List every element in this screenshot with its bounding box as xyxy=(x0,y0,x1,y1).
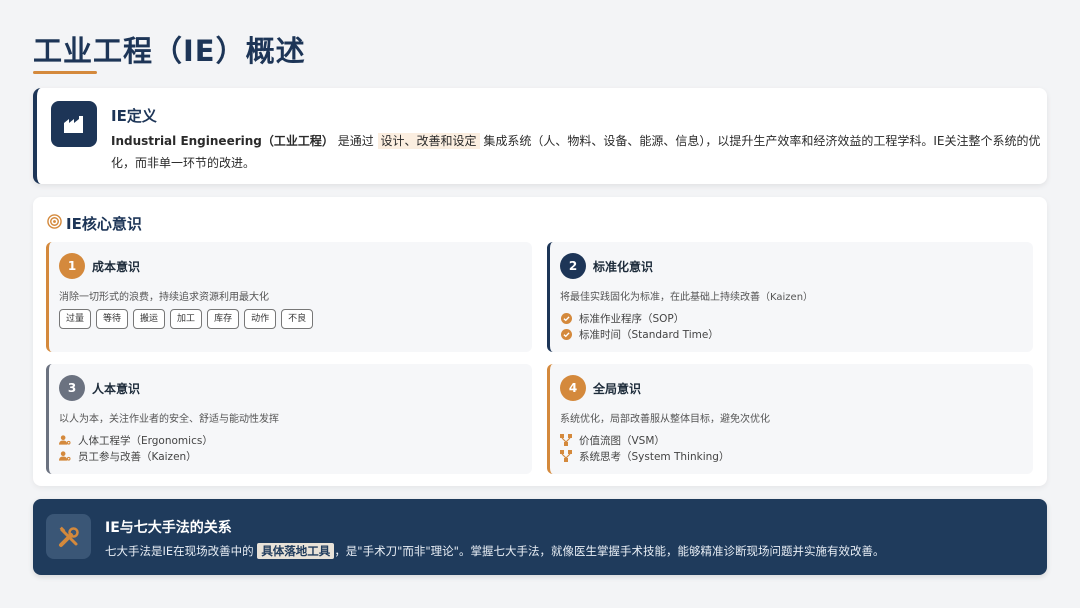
waste-tag: 等待 xyxy=(96,309,129,329)
factory-icon xyxy=(51,101,97,147)
quadrant-title: 全局意识 xyxy=(593,382,642,396)
list-item-label: 人体工程学（Ergonomics） xyxy=(78,434,213,447)
quadrant-list: 价值流图（VSM） 系统思考（System Thinking） xyxy=(560,432,729,464)
waste-tag: 不良 xyxy=(281,309,314,329)
definition-term: Industrial Engineering（工业工程） xyxy=(111,134,334,148)
list-item-label: 标准时间（Standard Time） xyxy=(579,328,719,341)
definition-text-before: 是通过 xyxy=(333,134,378,148)
core-title: IE核心意识 xyxy=(66,215,142,233)
quadrant-desc: 系统优化，局部改善服从整体目标，避免次优化 xyxy=(560,414,770,425)
quadrant-title: 人本意识 xyxy=(92,382,141,396)
title-underline xyxy=(33,71,97,74)
quadrant-title: 成本意识 xyxy=(92,260,141,274)
tools-icon xyxy=(46,514,91,559)
waste-tags: 过量 等待 搬运 加工 库存 动作 不良 xyxy=(59,309,314,329)
banner-text: 七大手法是IE在现场改善中的 具体落地工具 ，是"手术刀"而非"理论"。掌握七大手… xyxy=(105,543,884,559)
check-circle-icon xyxy=(560,312,572,324)
list-item: 系统思考（System Thinking） xyxy=(560,448,729,464)
list-item: 价值流图（VSM） xyxy=(560,432,729,448)
quadrant-title: 标准化意识 xyxy=(593,260,654,274)
quadrant-number: 2 xyxy=(560,253,586,279)
waste-tag: 搬运 xyxy=(133,309,166,329)
list-item-label: 员工参与改善（Kaizen） xyxy=(78,450,197,463)
waste-tag: 过量 xyxy=(59,309,92,329)
definition-text: Industrial Engineering（工业工程） 是通过 设计、改善和设… xyxy=(111,130,1041,174)
quadrant-desc: 将最佳实践固化为标准，在此基础上持续改善（Kaizen） xyxy=(560,292,814,303)
quadrant-number: 4 xyxy=(560,375,586,401)
quadrant-desc: 消除一切形式的浪费，持续追求资源利用最大化 xyxy=(59,292,269,303)
check-circle-icon xyxy=(560,328,572,340)
target-icon xyxy=(47,214,62,233)
banner-text-after: ，是"手术刀"而非"理论"。掌握七大手法，就像医生掌握手术技能，能够精准诊断现场… xyxy=(334,544,885,558)
banner-text-before: 七大手法是IE在现场改善中的 xyxy=(105,544,258,558)
relationship-banner: IE与七大手法的关系 七大手法是IE在现场改善中的 具体落地工具 ，是"手术刀"而… xyxy=(33,499,1047,575)
definition-title: IE定义 xyxy=(111,107,157,125)
definition-card: IE定义 Industrial Engineering（工业工程） 是通过 设计… xyxy=(33,88,1047,184)
waste-tag: 库存 xyxy=(207,309,240,329)
quadrant-number: 1 xyxy=(59,253,85,279)
list-item-label: 价值流图（VSM） xyxy=(579,434,665,447)
waste-tag: 加工 xyxy=(170,309,203,329)
quadrant-list: 人体工程学（Ergonomics） 员工参与改善（Kaizen） xyxy=(59,432,213,464)
quadrant-list: 标准作业程序（SOP） 标准时间（Standard Time） xyxy=(560,310,719,342)
definition-highlight: 设计、改善和设定 xyxy=(377,133,480,149)
banner-title: IE与七大手法的关系 xyxy=(105,520,232,536)
quadrant-cost: 1 成本意识 消除一切形式的浪费，持续追求资源利用最大化 过量 等待 搬运 加工… xyxy=(46,242,532,352)
sitemap-icon xyxy=(560,434,572,446)
user-gear-icon xyxy=(59,434,71,446)
list-item-label: 系统思考（System Thinking） xyxy=(579,450,730,463)
sitemap-icon xyxy=(560,450,572,462)
list-item: 人体工程学（Ergonomics） xyxy=(59,432,213,448)
quadrant-number: 3 xyxy=(59,375,85,401)
banner-highlight: 具体落地工具 xyxy=(257,543,335,559)
quadrant-human: 3 人本意识 以人为本，关注作业者的安全、舒适与能动性发挥 人体工程学（Ergo… xyxy=(46,364,532,474)
quadrant-global: 4 全局意识 系统优化，局部改善服从整体目标，避免次优化 价值流图（VSM） 系… xyxy=(547,364,1033,474)
list-item: 标准时间（Standard Time） xyxy=(560,326,719,342)
core-awareness-card: IE核心意识 1 成本意识 消除一切形式的浪费，持续追求资源利用最大化 过量 等… xyxy=(33,197,1047,486)
list-item: 员工参与改善（Kaizen） xyxy=(59,448,213,464)
waste-tag: 动作 xyxy=(244,309,277,329)
user-gear-icon xyxy=(59,450,71,462)
core-header: IE核心意识 xyxy=(47,213,142,234)
page-title: 工业工程（IE）概述 xyxy=(33,34,306,68)
quadrant-standardization: 2 标准化意识 将最佳实践固化为标准，在此基础上持续改善（Kaizen） 标准作… xyxy=(547,242,1033,352)
quadrant-desc: 以人为本，关注作业者的安全、舒适与能动性发挥 xyxy=(59,414,279,425)
list-item: 标准作业程序（SOP） xyxy=(560,310,719,326)
list-item-label: 标准作业程序（SOP） xyxy=(579,312,685,325)
